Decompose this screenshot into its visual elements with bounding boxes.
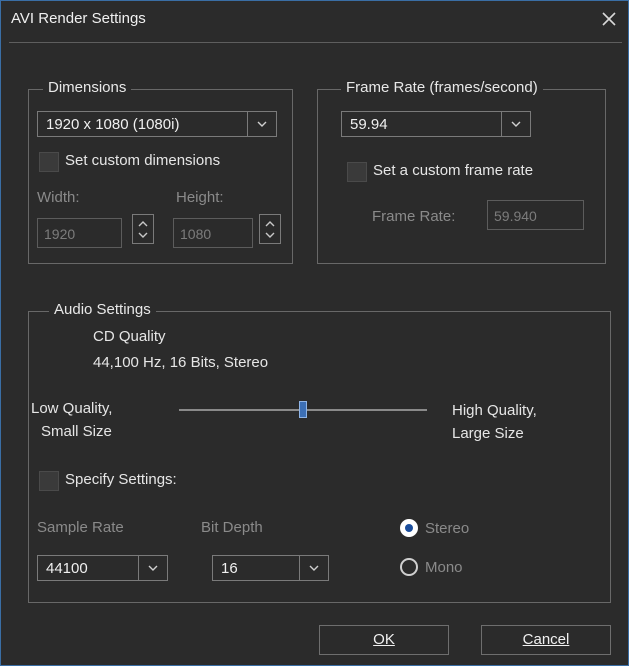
sample-rate-label: Sample Rate [37,519,124,536]
high-quality-label: High Quality, [452,402,537,419]
chevron-down-icon [148,565,158,571]
chevron-up-icon [265,221,275,227]
frame-rate-dropdown-button[interactable] [501,111,531,137]
small-size-label: Small Size [41,423,112,440]
ok-button[interactable]: OK [319,625,449,655]
close-button[interactable] [591,1,627,37]
chevron-down-icon [511,121,521,127]
height-spinner[interactable] [259,214,281,244]
custom-frame-rate-checkbox[interactable] [347,162,367,182]
chevron-down-icon [138,232,148,238]
frame-rate-field-label: Frame Rate: [372,208,456,225]
frame-rate-select[interactable]: 59.94 [341,111,531,137]
audio-quality-name: CD Quality [93,328,166,345]
chevron-up-icon [138,221,148,227]
window-title: AVI Render Settings [11,10,146,27]
custom-dimensions-label: Set custom dimensions [65,152,221,169]
frame-rate-legend: Frame Rate (frames/second) [341,79,543,96]
custom-dimensions-checkbox[interactable] [39,152,59,172]
sample-rate-select[interactable]: 44100 [37,555,168,581]
custom-frame-rate-label: Set a custom frame rate [373,162,534,179]
chevron-down-icon [257,121,267,127]
width-field[interactable]: 1920 [37,218,122,248]
bit-depth-select[interactable]: 16 [212,555,329,581]
bit-depth-label: Bit Depth [201,519,263,536]
close-icon [602,12,616,26]
title-bar: AVI Render Settings [1,1,628,37]
audio-quality-slider-thumb[interactable] [299,401,307,418]
dimensions-dropdown-button[interactable] [247,111,277,137]
title-divider [9,42,622,43]
low-quality-label: Low Quality, [31,400,113,417]
audio-quality-detail: 44,100 Hz, 16 Bits, Stereo [93,354,269,371]
stereo-radio[interactable] [400,519,418,537]
width-field-value: 1920 [44,226,76,242]
width-label: Width: [37,189,80,206]
width-spinner[interactable] [132,214,154,244]
height-field-value: 1080 [180,226,212,242]
audio-settings-legend: Audio Settings [49,301,156,318]
cancel-button[interactable]: Cancel [481,625,611,655]
bit-depth-select-value: 16 [221,560,238,577]
specify-settings-label: Specify Settings: [65,471,177,488]
stereo-label: Stereo [425,520,470,537]
height-field[interactable]: 1080 [173,218,253,248]
dimensions-select-value: 1920 x 1080 (1080i) [46,116,180,133]
chevron-down-icon [265,232,275,238]
avi-render-settings-dialog: AVI Render Settings Dimensions 1920 x 10… [0,0,629,666]
chevron-down-icon [309,565,319,571]
dimensions-legend: Dimensions [43,79,132,96]
specify-settings-checkbox[interactable] [39,471,59,491]
frame-rate-select-value: 59.94 [350,116,388,133]
mono-label: Mono [425,559,463,576]
dimensions-select[interactable]: 1920 x 1080 (1080i) [37,111,277,137]
sample-rate-dropdown-button[interactable] [138,555,168,581]
mono-radio[interactable] [400,558,418,576]
large-size-label: Large Size [452,425,524,442]
frame-rate-field[interactable]: 59.940 [487,200,584,230]
height-label: Height: [176,189,224,206]
frame-rate-field-value: 59.940 [494,208,537,224]
sample-rate-select-value: 44100 [46,560,88,577]
bit-depth-dropdown-button[interactable] [299,555,329,581]
